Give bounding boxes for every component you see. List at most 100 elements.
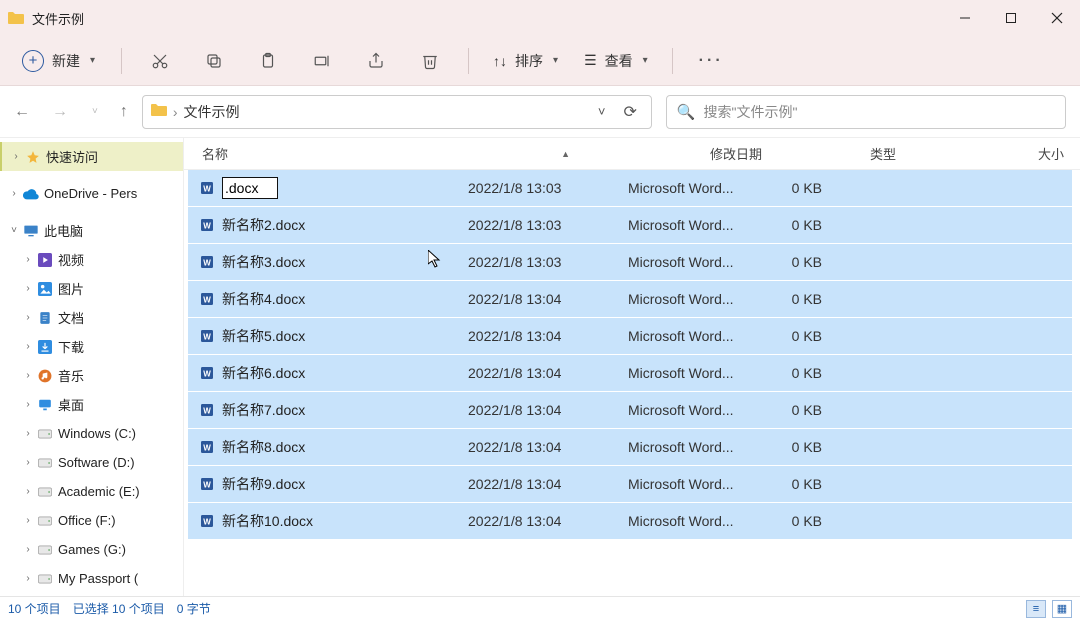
expander-icon[interactable]: ›	[20, 486, 36, 497]
search-placeholder: 搜索"文件示例"	[704, 102, 798, 122]
breadcrumb[interactable]: 文件示例	[184, 102, 240, 122]
sidebar-item[interactable]: ›图片	[0, 274, 183, 303]
expander-icon[interactable]: ›	[20, 312, 36, 323]
col-date[interactable]: 修改日期	[710, 144, 870, 163]
expander-icon[interactable]: ›	[20, 370, 36, 381]
forward-button[interactable]: →	[52, 103, 68, 121]
word-file-icon: W	[198, 438, 216, 456]
table-row[interactable]: W新名称7.docx2022/1/8 13:04Microsoft Word..…	[188, 392, 1072, 428]
sidebar-item[interactable]: ›Academic (E:)	[0, 477, 183, 506]
sidebar-item[interactable]: ›My Passport (	[0, 564, 183, 593]
search-box[interactable]: 🔍 搜索"文件示例"	[666, 95, 1066, 129]
view-button[interactable]: ☰ 查看 ▾	[578, 51, 654, 71]
sidebar-item[interactable]: ›Windows (C:)	[0, 419, 183, 448]
title-bar[interactable]: 文件示例	[0, 0, 1080, 36]
close-button[interactable]	[1034, 0, 1080, 36]
maximize-button[interactable]	[988, 0, 1034, 36]
cut-button[interactable]	[140, 52, 180, 70]
expander-icon[interactable]: ›	[8, 151, 24, 162]
minimize-button[interactable]	[942, 0, 988, 36]
rename-input[interactable]	[222, 177, 278, 199]
sort-button[interactable]: ↑↓ 排序 ▾	[487, 51, 564, 71]
expander-icon[interactable]: ›	[20, 254, 36, 265]
column-headers[interactable]: 名称 ▲ 修改日期 类型 大小	[184, 138, 1080, 170]
file-list[interactable]: W2022/1/8 13:03Microsoft Word...0 KBW新名称…	[184, 170, 1080, 596]
sidebar-item[interactable]: › 桌面	[0, 390, 183, 419]
file-type: Microsoft Word...	[628, 217, 758, 233]
expander-icon[interactable]: ›	[6, 188, 22, 199]
expander-icon[interactable]: ›	[20, 544, 36, 555]
separator	[121, 48, 122, 74]
sidebar-item[interactable]: ›文档	[0, 303, 183, 332]
word-file-icon: W	[198, 475, 216, 493]
sidebar-item[interactable]: › 下载	[0, 332, 183, 361]
col-name[interactable]: 名称	[202, 144, 480, 163]
refresh-button[interactable]: ⟳	[617, 102, 642, 122]
rename-button[interactable]	[302, 52, 342, 70]
up-button[interactable]: ↑	[120, 103, 128, 121]
table-row[interactable]: W新名称8.docx2022/1/8 13:04Microsoft Word..…	[188, 429, 1072, 465]
sidebar-item[interactable]: › 快速访问	[0, 142, 183, 171]
address-dropdown-button[interactable]: ˅	[592, 104, 612, 119]
sidebar-item[interactable]: ›Software (D:)	[0, 448, 183, 477]
new-button[interactable]: + 新建 ▾	[14, 46, 103, 76]
thumbnails-view-button[interactable]: ▦	[1052, 600, 1072, 618]
table-row[interactable]: W新名称6.docx2022/1/8 13:04Microsoft Word..…	[188, 355, 1072, 391]
sidebar-item[interactable]: ›OneDrive - Pers	[0, 179, 183, 208]
sidebar-item-label: 快速访问	[46, 147, 98, 166]
doc-icon	[36, 311, 54, 325]
expander-icon[interactable]: ›	[20, 399, 36, 410]
file-size: 0 KB	[758, 439, 838, 455]
status-bytes: 0 字节	[177, 600, 211, 617]
sidebar-item-label: 音乐	[58, 366, 84, 385]
paste-button[interactable]	[248, 52, 288, 70]
file-date: 2022/1/8 13:04	[468, 291, 628, 307]
col-type[interactable]: 类型	[870, 144, 1000, 163]
file-date: 2022/1/8 13:04	[468, 513, 628, 529]
sidebar-item[interactable]: ›Office (F:)	[0, 506, 183, 535]
file-size: 0 KB	[758, 328, 838, 344]
table-row[interactable]: W新名称3.docx2022/1/8 13:03Microsoft Word..…	[188, 244, 1072, 280]
table-row[interactable]: W新名称4.docx2022/1/8 13:04Microsoft Word..…	[188, 281, 1072, 317]
expander-icon[interactable]: ›	[20, 428, 36, 439]
delete-button[interactable]	[410, 52, 450, 70]
expander-icon[interactable]: ›	[20, 573, 36, 584]
table-row[interactable]: W新名称5.docx2022/1/8 13:04Microsoft Word..…	[188, 318, 1072, 354]
sidebar-item[interactable]: › 音乐	[0, 361, 183, 390]
file-size: 0 KB	[758, 365, 838, 381]
copy-button[interactable]	[194, 52, 234, 70]
table-row[interactable]: W新名称9.docx2022/1/8 13:04Microsoft Word..…	[188, 466, 1072, 502]
folder-icon	[8, 11, 24, 25]
file-name: 新名称5.docx	[222, 326, 305, 346]
word-file-icon: W	[198, 327, 216, 345]
more-button[interactable]: ···	[691, 52, 732, 70]
sidebar[interactable]: ›快速访问›OneDrive - Pers˅此电脑›视频›图片›文档›下载›音乐…	[0, 138, 184, 596]
file-size: 0 KB	[758, 291, 838, 307]
expander-icon[interactable]: ›	[20, 457, 36, 468]
sidebar-item-label: 桌面	[58, 395, 84, 414]
expander-icon[interactable]: ˅	[6, 225, 22, 236]
sort-label: 排序	[515, 51, 543, 71]
details-view-button[interactable]: ≡	[1026, 600, 1046, 618]
sidebar-item[interactable]: ˅此电脑	[0, 216, 183, 245]
share-button[interactable]	[356, 52, 396, 70]
sidebar-item[interactable]: ›Games (G:)	[0, 535, 183, 564]
address-bar[interactable]: › 文件示例 ˅ ⟳	[142, 95, 652, 129]
table-row[interactable]: W新名称10.docx2022/1/8 13:04Microsoft Word.…	[188, 503, 1072, 539]
file-size: 0 KB	[758, 180, 838, 196]
music-icon	[36, 369, 54, 383]
expander-icon[interactable]: ›	[20, 341, 36, 352]
recent-button[interactable]: ˅	[92, 106, 98, 117]
table-row[interactable]: W2022/1/8 13:03Microsoft Word...0 KB	[188, 170, 1072, 206]
sidebar-item-label: 下载	[58, 337, 84, 356]
svg-text:W: W	[203, 332, 211, 341]
expander-icon[interactable]: ›	[20, 515, 36, 526]
expander-icon[interactable]: ›	[20, 283, 36, 294]
file-date: 2022/1/8 13:04	[468, 476, 628, 492]
back-button[interactable]: ←	[14, 103, 30, 121]
file-date: 2022/1/8 13:04	[468, 365, 628, 381]
folder-icon	[151, 103, 167, 120]
col-size[interactable]: 大小	[1000, 144, 1080, 163]
sidebar-item[interactable]: ›视频	[0, 245, 183, 274]
table-row[interactable]: W新名称2.docx2022/1/8 13:03Microsoft Word..…	[188, 207, 1072, 243]
